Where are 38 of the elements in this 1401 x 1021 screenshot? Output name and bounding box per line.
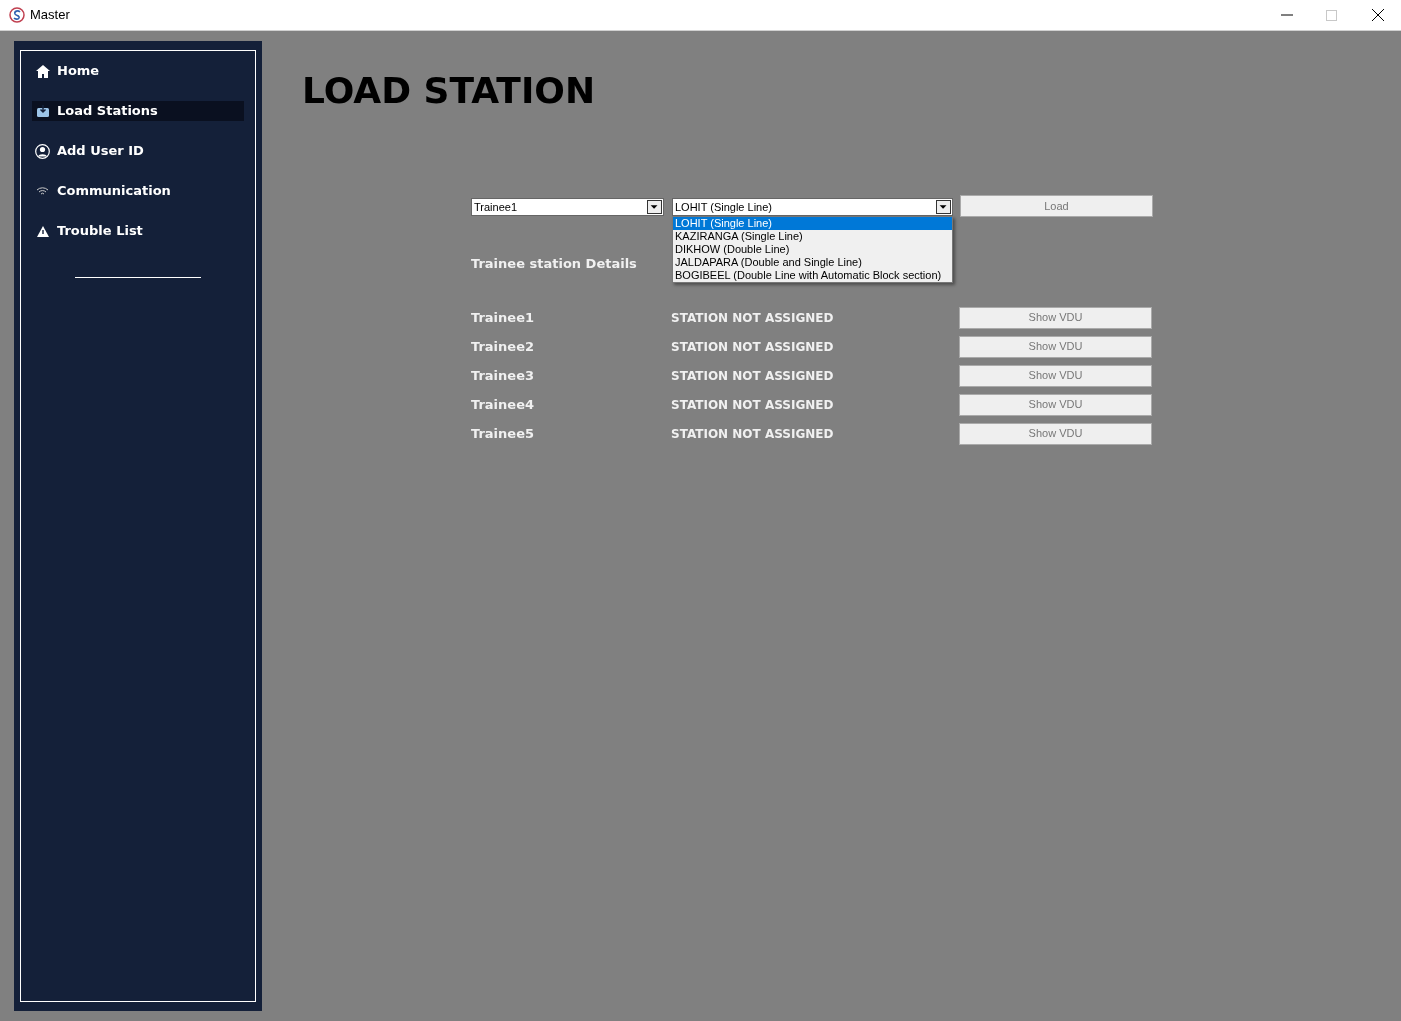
dropdown-option[interactable]: LOHIT (Single Line) <box>673 217 952 230</box>
trainee-name: Trainee5 <box>471 424 535 443</box>
sidebar-item[interactable]: Add User ID <box>32 141 244 161</box>
dropdown-option[interactable]: BOGIBEEL (Double Line with Automatic Block section) <box>673 269 952 282</box>
sidebar-item[interactable]: Load Stations <box>32 101 244 121</box>
user-icon <box>35 143 50 159</box>
dropdown-option[interactable]: JALDAPARA (Double and Single Line) <box>673 256 952 269</box>
trainee-name: Trainee1 <box>471 308 535 327</box>
show-vdu-button[interactable]: Show VDU <box>959 393 1152 416</box>
trainee-dropdown[interactable]: Trainee1 <box>471 198 664 216</box>
sidebar-item[interactable]: Communication <box>32 181 244 201</box>
station-status: STATION NOT ASSIGNED <box>671 309 835 327</box>
show-vdu-button[interactable]: Show VDU <box>959 306 1152 329</box>
home-icon <box>35 64 50 78</box>
window-title: Master <box>30 6 70 25</box>
load-button[interactable]: Load <box>960 195 1153 217</box>
sidebar-item[interactable]: Trouble List <box>32 221 244 241</box>
wifi-icon <box>36 186 49 196</box>
trainee-name: Trainee2 <box>471 337 535 356</box>
app-logo-icon <box>9 7 25 23</box>
warning-icon <box>36 225 49 237</box>
dropdown-option[interactable]: DIKHOW (Double Line) <box>673 243 952 256</box>
sidebar-item[interactable]: Home <box>32 61 244 81</box>
trainee-name: Trainee3 <box>471 366 535 385</box>
station-status: STATION NOT ASSIGNED <box>671 338 835 356</box>
tray-download-icon <box>36 105 49 117</box>
station-status: STATION NOT ASSIGNED <box>671 425 835 443</box>
close-icon[interactable] <box>1372 9 1384 21</box>
station-status: STATION NOT ASSIGNED <box>671 396 835 414</box>
station-status: STATION NOT ASSIGNED <box>671 367 835 385</box>
show-vdu-button[interactable]: Show VDU <box>959 335 1152 358</box>
show-vdu-button[interactable]: Show VDU <box>959 422 1152 445</box>
show-vdu-button[interactable]: Show VDU <box>959 364 1152 387</box>
station-dropdown[interactable]: LOHIT (Single Line) <box>672 198 953 216</box>
dropdown-option[interactable]: KAZIRANGA (Single Line) <box>673 230 952 243</box>
page-title: LOAD STATION <box>302 69 596 113</box>
trainee-name: Trainee4 <box>471 395 535 414</box>
section-heading: Trainee station Details <box>471 255 637 273</box>
